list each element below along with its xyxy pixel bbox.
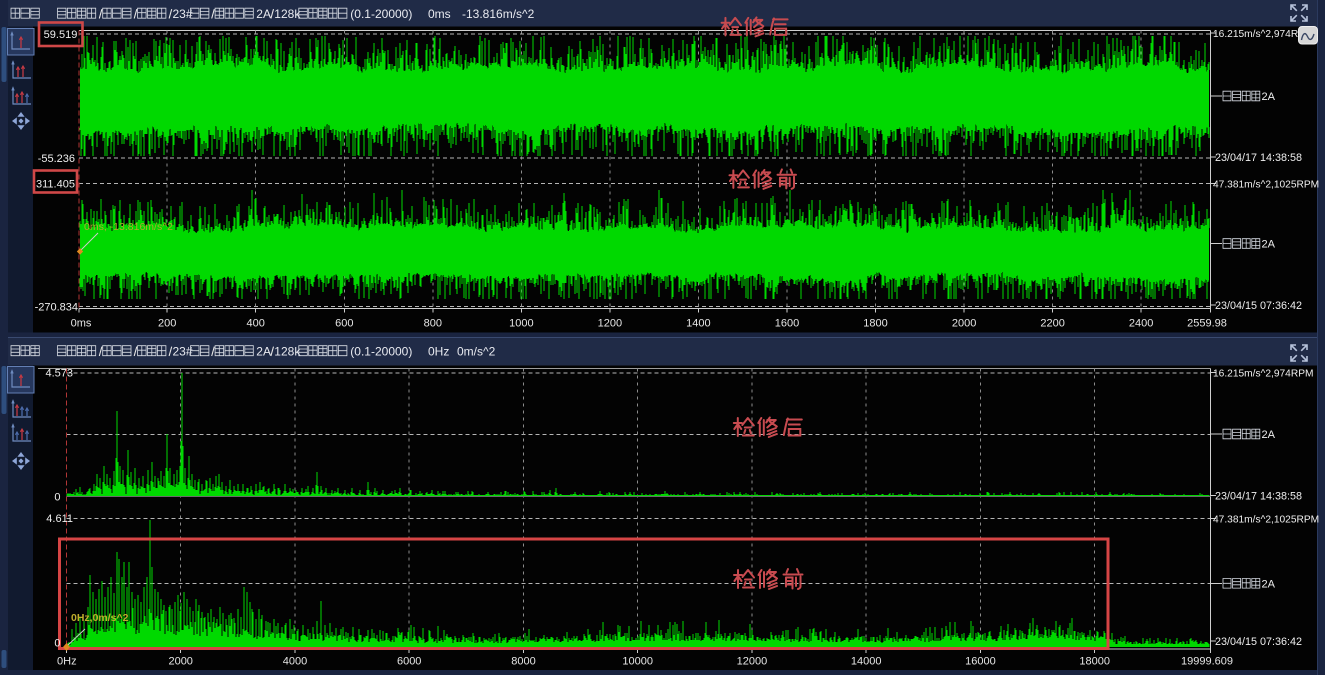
svg-text:0: 0 <box>54 638 60 650</box>
svg-text:4.573: 4.573 <box>45 368 73 380</box>
svg-text:59.519: 59.519 <box>44 29 78 41</box>
svg-text:0Hz: 0Hz <box>428 345 449 359</box>
svg-text:1600: 1600 <box>775 318 799 330</box>
svg-text:2200: 2200 <box>1040 318 1064 330</box>
svg-text:0ms, -13.816m/s^2: 0ms, -13.816m/s^2 <box>84 221 173 233</box>
svg-text:128k: 128k <box>274 345 301 359</box>
svg-text:14000: 14000 <box>851 656 882 668</box>
svg-text:23/04/15 07:36:42: 23/04/15 07:36:42 <box>1215 636 1302 648</box>
svg-text:4.611: 4.611 <box>46 513 73 525</box>
svg-text:2A: 2A <box>256 7 271 21</box>
svg-text:2559.98: 2559.98 <box>1187 318 1227 330</box>
svg-text:2A: 2A <box>1262 578 1276 590</box>
svg-text:2000: 2000 <box>952 318 976 330</box>
svg-text:8000: 8000 <box>511 656 535 668</box>
svg-text:1200: 1200 <box>598 318 622 330</box>
svg-text:311.405: 311.405 <box>36 179 75 191</box>
svg-text:2A: 2A <box>1262 91 1276 103</box>
svg-text:16000: 16000 <box>965 656 996 668</box>
svg-text:2A: 2A <box>1262 239 1276 251</box>
svg-text:0ms: 0ms <box>71 318 92 330</box>
svg-text:0m/s^2: 0m/s^2 <box>457 345 496 359</box>
svg-text:400: 400 <box>247 318 265 330</box>
svg-text:12000: 12000 <box>737 656 768 668</box>
svg-text:10000: 10000 <box>622 656 653 668</box>
svg-text:47.381m/s^2,1025RPM: 47.381m/s^2,1025RPM <box>1213 180 1319 191</box>
svg-text:23/04/15 07:36:42: 23/04/15 07:36:42 <box>1215 300 1302 312</box>
svg-text:4000: 4000 <box>283 656 307 668</box>
svg-text:600: 600 <box>335 318 353 330</box>
svg-text:800: 800 <box>424 318 442 330</box>
svg-text:1800: 1800 <box>863 318 887 330</box>
svg-text:-55.236: -55.236 <box>38 153 75 165</box>
svg-text:0: 0 <box>54 492 60 504</box>
svg-text:16.215m/s^2,974RPM: 16.215m/s^2,974RPM <box>1213 369 1313 380</box>
svg-text:1400: 1400 <box>686 318 710 330</box>
svg-text:2A: 2A <box>1262 429 1276 441</box>
svg-text:23/04/17 14:38:58: 23/04/17 14:38:58 <box>1215 491 1302 503</box>
svg-text:23#: 23# <box>173 345 193 359</box>
svg-text:200: 200 <box>158 318 176 330</box>
svg-text:23#: 23# <box>173 7 193 21</box>
svg-text:6000: 6000 <box>397 656 421 668</box>
svg-text:-270.834: -270.834 <box>35 302 78 314</box>
svg-text:2000: 2000 <box>168 656 192 668</box>
svg-text:(0.1-20000): (0.1-20000) <box>350 7 412 21</box>
svg-text:1000: 1000 <box>509 318 533 330</box>
svg-text:0Hz: 0Hz <box>57 656 77 668</box>
svg-text:2A: 2A <box>256 345 271 359</box>
svg-text:(0.1-20000): (0.1-20000) <box>350 345 412 359</box>
svg-text:18000: 18000 <box>1079 656 1110 668</box>
svg-text:2400: 2400 <box>1129 318 1153 330</box>
svg-text:23/04/17 14:38:58: 23/04/17 14:38:58 <box>1215 152 1302 164</box>
svg-text:0Hz,0m/s^2: 0Hz,0m/s^2 <box>71 612 129 624</box>
svg-text:19999.609: 19999.609 <box>1181 656 1233 668</box>
svg-text:128k: 128k <box>274 7 301 21</box>
svg-text:47.381m/s^2,1025RPM: 47.381m/s^2,1025RPM <box>1213 515 1319 526</box>
svg-text:-13.816m/s^2: -13.816m/s^2 <box>462 7 535 21</box>
svg-text:0ms: 0ms <box>428 7 451 21</box>
